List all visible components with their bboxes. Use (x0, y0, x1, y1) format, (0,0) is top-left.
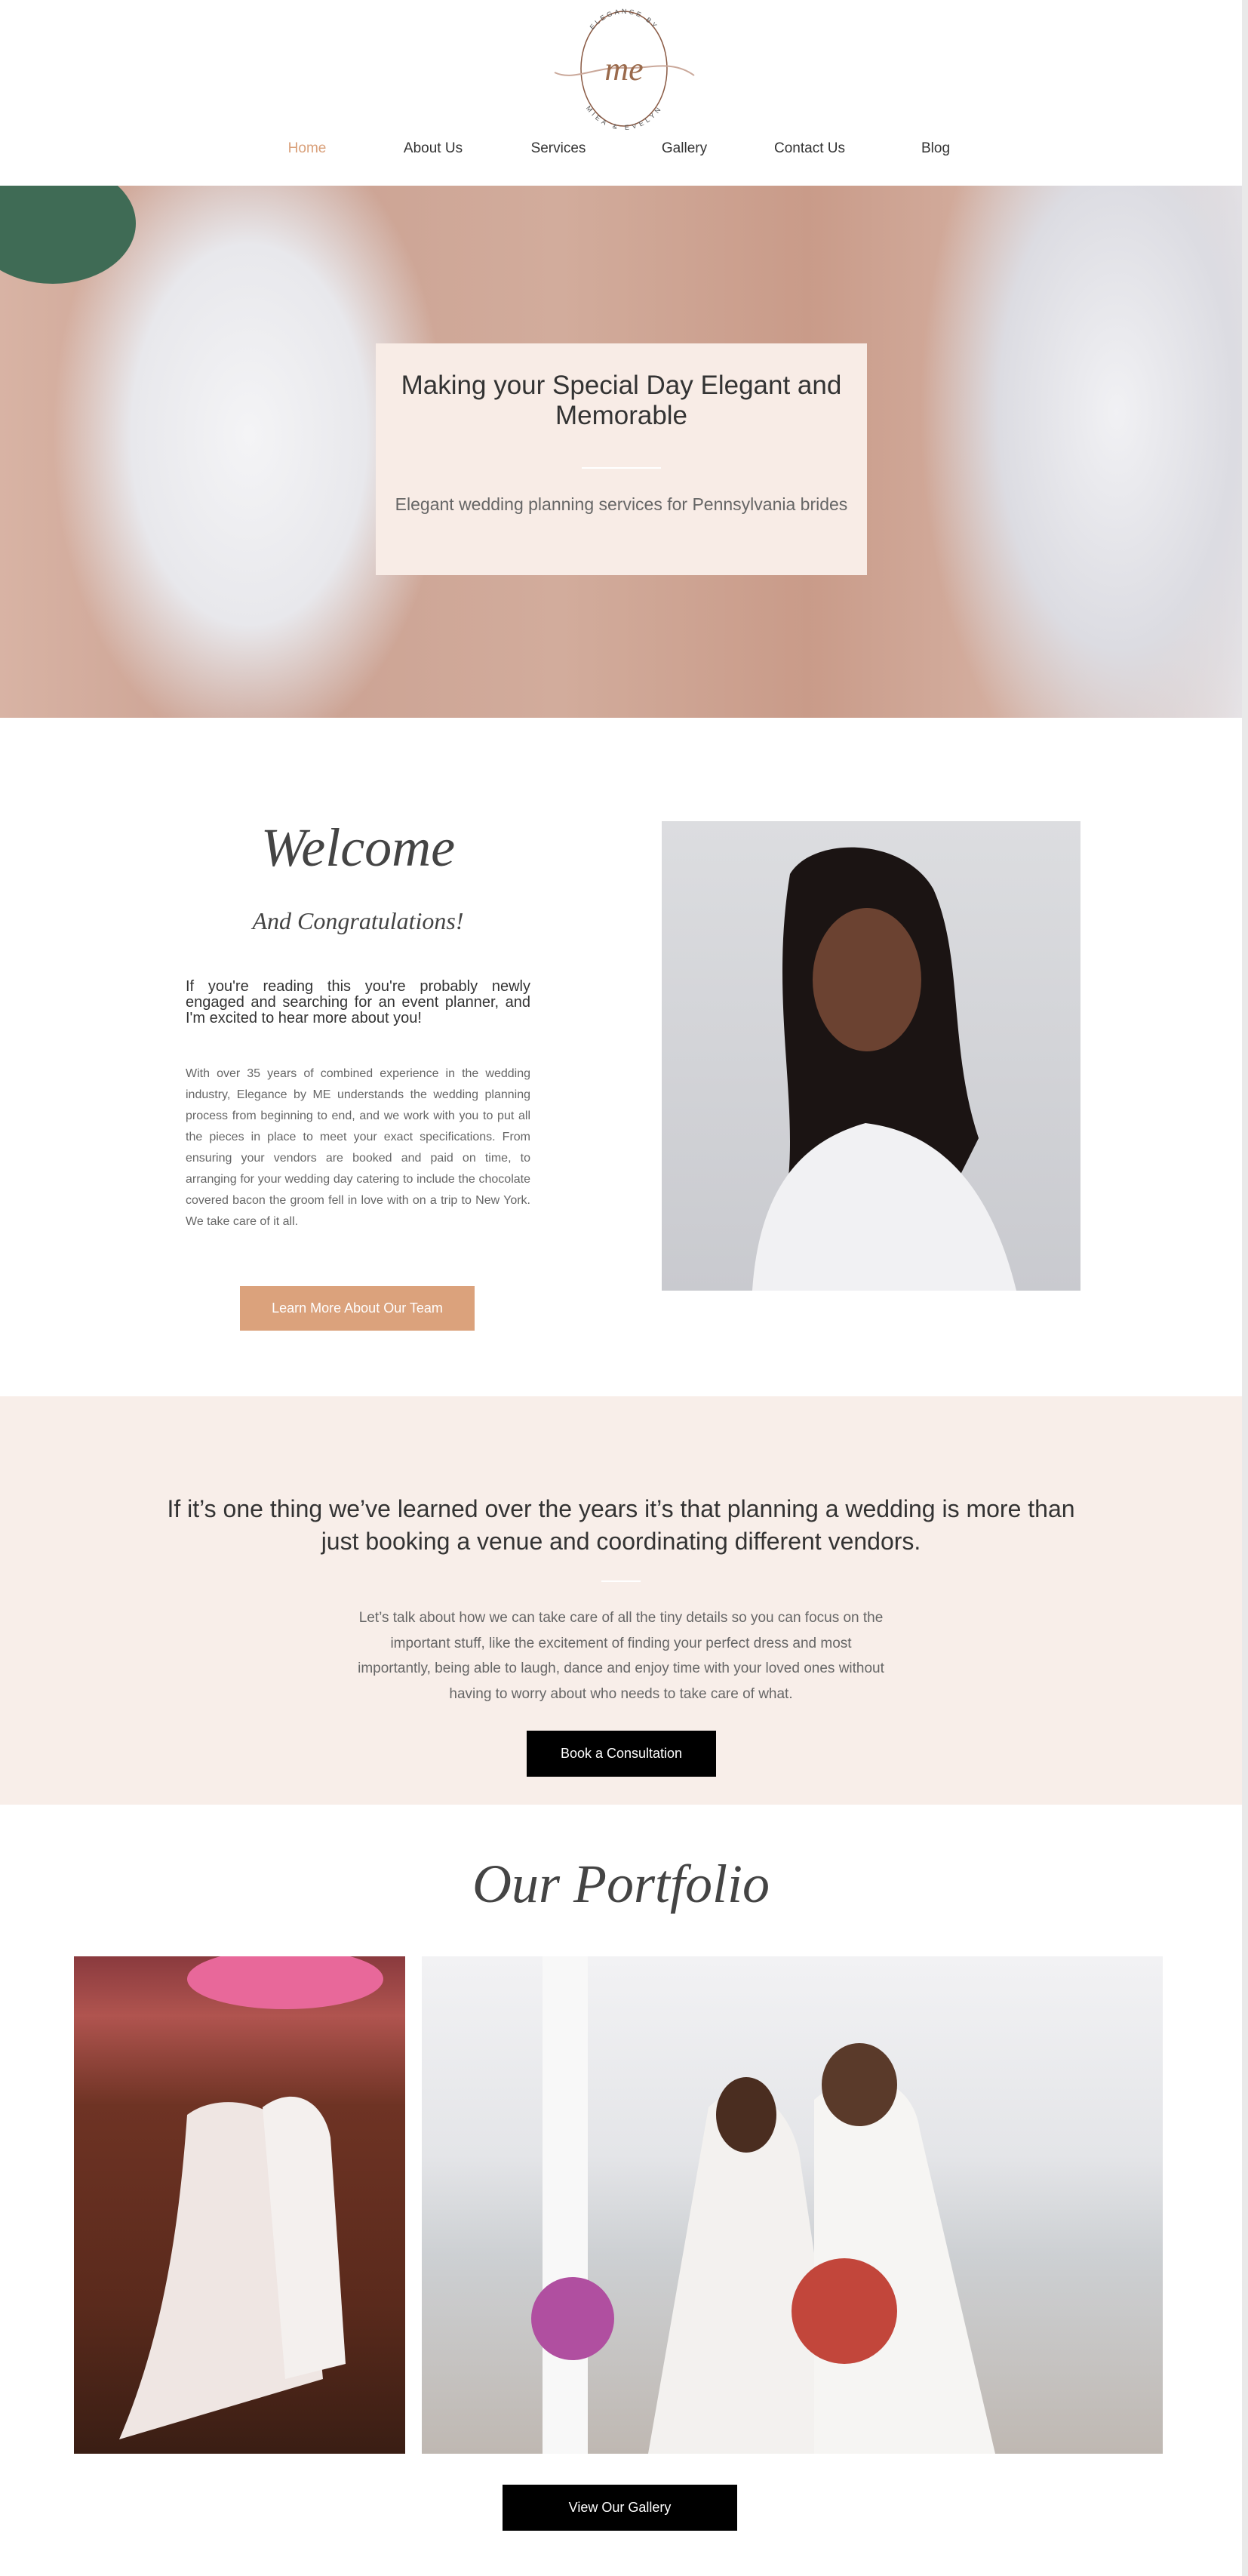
divider (582, 467, 661, 469)
nav-gallery[interactable]: Gallery (662, 140, 707, 157)
svg-text:ELEGANCE BY: ELEGANCE BY (589, 8, 660, 31)
divider (601, 1580, 641, 1582)
hero-title: Making your Special Day Elegant and Memo… (401, 371, 842, 430)
welcome-title: Welcome (260, 817, 456, 878)
about-heading: If it’s one thing we’ve learned over the… (167, 1495, 1075, 1555)
portfolio-photo-beach-kiss[interactable] (422, 1956, 1163, 2454)
nav-home[interactable]: Home (288, 140, 327, 157)
book-consultation-button[interactable]: Book a Consultation (527, 1731, 716, 1777)
svg-text:MIEA & EVELYN: MIEA & EVELYN (585, 104, 663, 131)
welcome-lead: If you're reading this you're probably n… (186, 978, 530, 1026)
hero-card: Making your Special Day Elegant and Memo… (376, 343, 867, 575)
view-gallery-button[interactable]: View Our Gallery (503, 2485, 737, 2531)
hero-image-detail (0, 186, 136, 284)
hero-subtitle: Elegant wedding planning services for Pe… (395, 494, 848, 514)
scrollbar[interactable] (1242, 0, 1248, 2576)
nav-about-us[interactable]: About Us (404, 140, 463, 157)
planner-photo (662, 821, 1080, 1291)
nav-services[interactable]: Services (531, 140, 586, 157)
logo[interactable]: me ELEGANCE BY MIEA & EVELYN (551, 6, 697, 131)
about-body: Let’s talk about how we can take care of… (358, 1610, 884, 1702)
learn-more-button[interactable]: Learn More About Our Team (240, 1286, 475, 1331)
nav-blog[interactable]: Blog (921, 140, 950, 157)
portfolio-photo-dance[interactable] (74, 1956, 405, 2454)
welcome-subtitle: And Congratulations! (252, 907, 464, 934)
welcome-body: With over 35 years of combined experienc… (186, 1067, 530, 1228)
svg-text:me: me (604, 51, 643, 88)
portfolio-title: Our Portfolio (472, 1854, 770, 1914)
nav-contact-us[interactable]: Contact Us (774, 140, 845, 157)
